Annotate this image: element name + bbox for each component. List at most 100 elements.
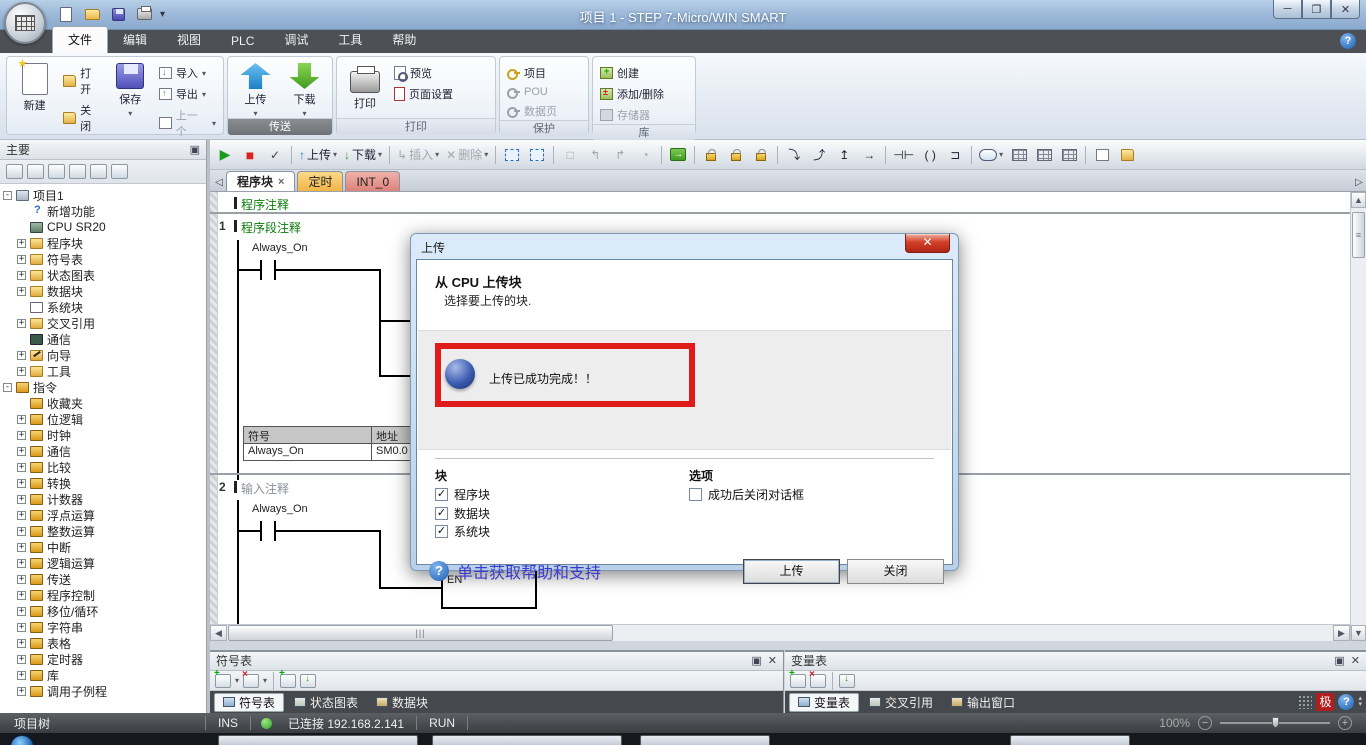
insert-contact-button[interactable]: ⊣⊢ bbox=[891, 144, 916, 166]
delete-variable-row-icon[interactable] bbox=[810, 674, 826, 688]
new-button[interactable]: 新建 bbox=[11, 60, 58, 118]
tree-expander-icon[interactable]: + bbox=[17, 255, 26, 264]
select-network-button[interactable] bbox=[501, 144, 523, 166]
tree-item[interactable]: + 字符串 bbox=[0, 619, 206, 635]
protect-project-button[interactable]: 项目 bbox=[504, 64, 560, 82]
delete-button[interactable]: ✕删除▾ bbox=[444, 144, 490, 166]
tree-expander-icon[interactable]: + bbox=[17, 447, 26, 456]
xref-view-icon[interactable] bbox=[90, 164, 107, 179]
download-table-icon[interactable] bbox=[300, 674, 316, 688]
contact-2[interactable] bbox=[260, 521, 262, 541]
tree-item[interactable]: + 向导 bbox=[0, 347, 206, 363]
tree-item[interactable]: + 工具 bbox=[0, 363, 206, 379]
tree-expander-icon[interactable]: + bbox=[17, 527, 26, 536]
goto-button[interactable]: → bbox=[667, 144, 689, 166]
poll-edit-button[interactable] bbox=[1058, 144, 1080, 166]
tree-view-icon[interactable] bbox=[6, 164, 23, 179]
tree-expander-icon[interactable]: + bbox=[17, 687, 26, 696]
zoom-out-icon[interactable]: − bbox=[1198, 716, 1212, 730]
taskbar-window-button[interactable] bbox=[640, 735, 770, 745]
program-comment[interactable]: 程序注释 bbox=[241, 196, 289, 213]
close-button[interactable]: ✕ bbox=[1331, 0, 1360, 19]
tree-expander-icon[interactable]: + bbox=[17, 287, 26, 296]
prev-bookmark-button[interactable]: ↰ bbox=[584, 144, 606, 166]
tab-output-window[interactable]: 输出窗口 bbox=[943, 693, 1023, 712]
checkbox-data-block[interactable]: ✓数据块 bbox=[435, 505, 490, 522]
symbol-panel-close-icon[interactable]: ✕ bbox=[768, 654, 777, 667]
scroll-down-icon[interactable]: ▼ bbox=[1351, 625, 1366, 641]
tree-item[interactable]: + 数据块 bbox=[0, 283, 206, 299]
tree-expander-icon[interactable]: + bbox=[17, 511, 26, 520]
delete-symbol-table-icon[interactable] bbox=[243, 674, 259, 688]
tree-expander-icon[interactable]: + bbox=[17, 351, 26, 360]
restore-button[interactable]: ❐ bbox=[1302, 0, 1331, 19]
tree-item[interactable]: + 交叉引用 bbox=[0, 315, 206, 331]
checkbox-program-block[interactable]: ✓程序块 bbox=[435, 486, 490, 503]
tree-item[interactable]: + 计数器 bbox=[0, 491, 206, 507]
dialog-close-button[interactable]: ✕ bbox=[905, 234, 950, 253]
help-button[interactable]: ? bbox=[1340, 33, 1356, 49]
tree-item[interactable]: + 中断 bbox=[0, 539, 206, 555]
export-button[interactable]: 导出▾ bbox=[156, 85, 219, 103]
open-button[interactable]: 打开 bbox=[60, 64, 104, 98]
contact-1[interactable] bbox=[260, 260, 262, 280]
print-ribbon-button[interactable]: 打印 bbox=[341, 60, 389, 118]
comm-view-icon[interactable] bbox=[111, 164, 128, 179]
clear-bookmark-button[interactable]: ◔ bbox=[634, 144, 656, 166]
menu-tab-file[interactable]: 文件 bbox=[52, 26, 108, 53]
app-orb-button[interactable] bbox=[4, 2, 46, 44]
insert-button[interactable]: ↳插入▾ bbox=[395, 144, 441, 166]
menu-tab-edit[interactable]: 编辑 bbox=[108, 27, 162, 53]
v-scroll-thumb[interactable]: ≡ bbox=[1352, 212, 1365, 258]
toolbar-download-button[interactable]: ↓下载▾ bbox=[342, 144, 384, 166]
network-1-comment[interactable]: 程序段注释 bbox=[241, 219, 301, 236]
close-project-button[interactable]: 关闭 bbox=[60, 101, 104, 135]
tab-program-block[interactable]: 程序块× bbox=[226, 171, 295, 191]
stop-button[interactable]: ■ bbox=[239, 144, 261, 166]
tree-item[interactable]: 系统块 bbox=[0, 299, 206, 315]
menu-tab-view[interactable]: 视图 bbox=[162, 27, 216, 53]
tree-item[interactable]: + 整数运算 bbox=[0, 523, 206, 539]
tree-expander-icon[interactable]: + bbox=[17, 239, 26, 248]
zoom-slider[interactable] bbox=[1220, 722, 1330, 724]
tree-item[interactable]: + 比较 bbox=[0, 459, 206, 475]
tree-item[interactable]: + 时钟 bbox=[0, 427, 206, 443]
symbol-info-button[interactable] bbox=[1033, 144, 1055, 166]
next-bookmark-button[interactable]: ↱ bbox=[609, 144, 631, 166]
tab-timer[interactable]: 定时 bbox=[297, 171, 343, 191]
tree-item[interactable]: 收藏夹 bbox=[0, 395, 206, 411]
tree-expander-icon[interactable]: + bbox=[17, 431, 26, 440]
protect-datapage-button[interactable]: 数据页 bbox=[504, 102, 560, 120]
preview-button[interactable]: 预览 bbox=[391, 64, 456, 82]
tab-scroll-left-icon[interactable]: ◁ bbox=[212, 177, 226, 191]
checkbox-system-block[interactable]: ✓系统块 bbox=[435, 523, 490, 540]
tab-symbol-table[interactable]: 符号表 bbox=[214, 693, 284, 712]
tree-expander-icon[interactable]: + bbox=[17, 479, 26, 488]
tree-item[interactable]: + 位逻辑 bbox=[0, 411, 206, 427]
ime-badge[interactable]: 极 bbox=[1316, 693, 1334, 711]
minimize-button[interactable]: ─ bbox=[1273, 0, 1302, 19]
zoom-slider-thumb[interactable] bbox=[1272, 717, 1279, 728]
insert-coil-button[interactable]: ( ) bbox=[919, 144, 941, 166]
scroll-up-icon[interactable]: ▲ bbox=[1351, 192, 1366, 208]
tree-item[interactable]: + 逻辑运算 bbox=[0, 555, 206, 571]
tab-cross-reference[interactable]: 交叉引用 bbox=[861, 693, 941, 712]
tab-scroll-right-icon[interactable]: ▷ bbox=[1352, 177, 1366, 191]
variable-panel-close-icon[interactable]: ✕ bbox=[1351, 654, 1360, 667]
line-up-button[interactable]: ↥ bbox=[833, 144, 855, 166]
tree-item[interactable]: + 移位/循环 bbox=[0, 603, 206, 619]
unlock-button[interactable] bbox=[725, 144, 747, 166]
tree-item[interactable]: 新增功能 bbox=[0, 203, 206, 219]
tree-expander-icon[interactable]: + bbox=[17, 639, 26, 648]
insert-row-icon[interactable] bbox=[280, 674, 296, 688]
zoom-in-icon[interactable]: + bbox=[1338, 716, 1352, 730]
branch-up-button[interactable]: ⤴ bbox=[808, 144, 830, 166]
library-memory-button[interactable]: 存储器 bbox=[597, 106, 667, 124]
line-right-button[interactable]: → bbox=[858, 144, 880, 166]
checkbox-checked-icon[interactable]: ✓ bbox=[435, 488, 448, 501]
checkbox-close-on-success[interactable]: 成功后关闭对话框 bbox=[689, 486, 804, 503]
add-symbol-table-icon[interactable] bbox=[215, 674, 231, 688]
dialog-upload-button[interactable]: 上传 bbox=[743, 559, 840, 584]
symbol-table-button[interactable] bbox=[1008, 144, 1030, 166]
menu-tab-plc[interactable]: PLC bbox=[216, 30, 269, 53]
